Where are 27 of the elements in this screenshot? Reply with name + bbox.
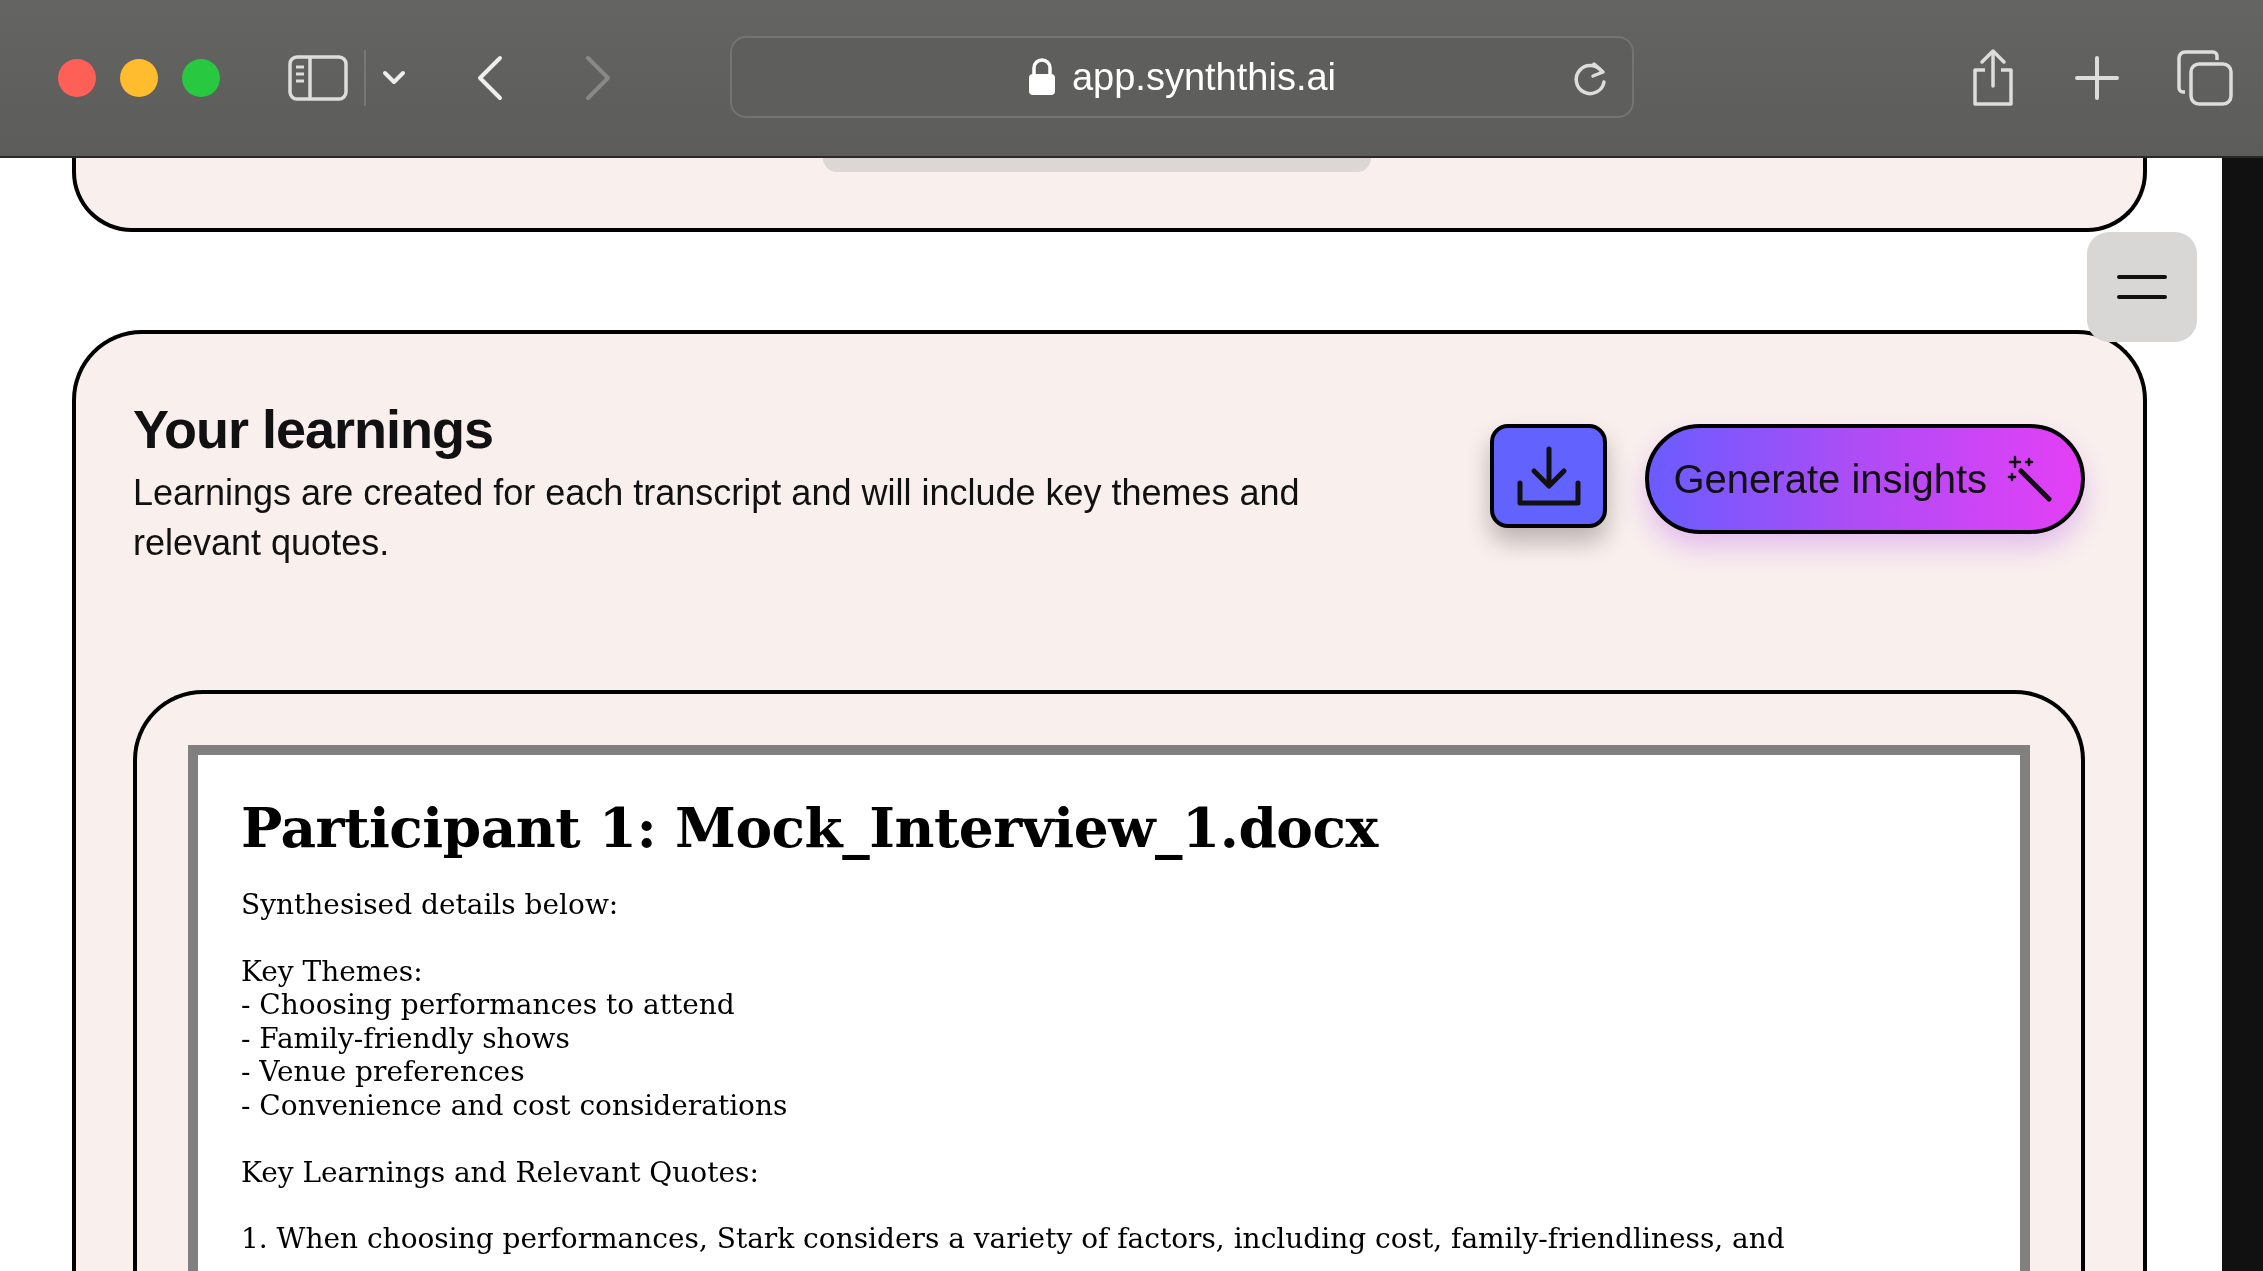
chevron-down-icon[interactable]: [382, 70, 406, 86]
url-text: app.synththis.ai: [1071, 55, 1337, 99]
sidebar-icon[interactable]: [288, 55, 348, 101]
menu-icon: [2117, 274, 2167, 300]
document-line: - Convenience and cost considerations: [241, 1088, 789, 1123]
magic-wand-icon: [2005, 455, 2053, 503]
new-tab-icon[interactable]: [2075, 56, 2119, 100]
tabs-overview-icon[interactable]: [2177, 50, 2233, 106]
document-line: - Family-friendly shows: [241, 1021, 571, 1056]
download-button[interactable]: [1490, 424, 1608, 528]
document-line: - Venue preferences: [241, 1055, 526, 1089]
minimize-window-button[interactable]: [120, 59, 158, 97]
back-icon[interactable]: [476, 55, 504, 101]
document-line: Key Learnings and Relevant Quotes:: [241, 1155, 760, 1190]
document-line: 1. When choosing performances, Stark considers a variety of factors, including cost, family-friendliness, and: [241, 1222, 1786, 1256]
document-line: Synthesised details below:: [241, 888, 620, 922]
maximize-window-button[interactable]: [182, 59, 220, 97]
menu-button[interactable]: [2087, 232, 2197, 342]
lock-icon: [1027, 58, 1056, 96]
document-line: Key Themes:: [241, 954, 424, 989]
address-bar[interactable]: app.synththis.ai: [730, 36, 1634, 118]
section-description: Learnings are created for each transcript and will include key themes and relevant quotes.: [133, 471, 1301, 565]
section-title: Your learnings: [133, 398, 495, 460]
document-title: Participant 1: Mock_Interview_1.docx: [241, 795, 1380, 860]
download-icon: [1516, 445, 1582, 507]
generate-insights-button[interactable]: Generate insights: [1645, 424, 2085, 534]
document-line: - Choosing performances to attend: [241, 988, 736, 1022]
